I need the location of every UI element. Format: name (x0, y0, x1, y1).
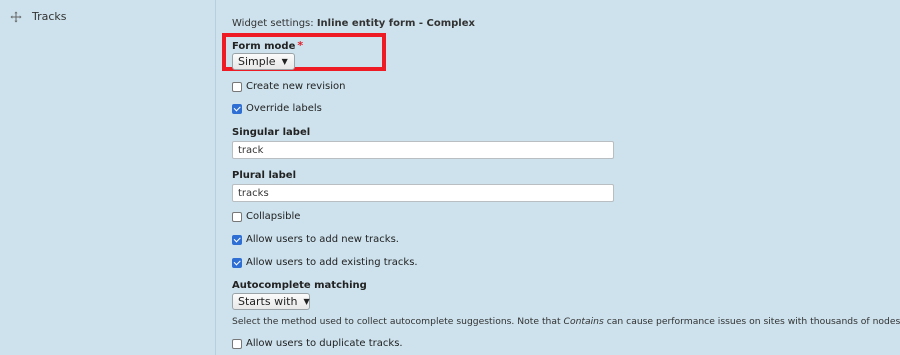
move-arrows-icon[interactable] (10, 11, 22, 23)
field-row-tracks: Tracks (10, 10, 67, 23)
allow-duplicate-option[interactable]: Allow users to duplicate tracks. (232, 338, 403, 349)
allow-add-existing-checkbox[interactable] (232, 257, 242, 268)
allow-add-existing-option[interactable]: Allow users to add existing tracks. (232, 257, 418, 268)
plural-label-title: Plural label (232, 170, 297, 181)
chevron-down-icon: ▼ (303, 297, 310, 306)
allow-duplicate-label: Allow users to duplicate tracks. (246, 338, 403, 349)
override-labels-label: Override labels (246, 103, 322, 114)
autocomplete-matching-label: Autocomplete matching (232, 280, 367, 291)
field-settings-panel: Tracks Widget settings: Inline entity fo… (0, 0, 900, 355)
override-labels-checkbox[interactable] (232, 103, 242, 114)
form-mode-label: Form mode * (232, 39, 303, 52)
singular-label-title: Singular label (232, 127, 311, 138)
allow-duplicate-checkbox[interactable] (232, 338, 242, 349)
required-marker: * (297, 39, 304, 52)
form-mode-value: Simple (238, 55, 276, 68)
allow-add-new-option[interactable]: Allow users to add new tracks. (232, 234, 399, 245)
autocomplete-description-emphasis: Contains (563, 316, 604, 327)
plural-label-input[interactable] (232, 184, 614, 202)
autocomplete-matching-value: Starts with (238, 295, 298, 308)
autocomplete-description: Select the method used to collect autoco… (232, 316, 900, 327)
create-new-revision-checkbox[interactable] (232, 81, 242, 92)
form-mode-label-text: Form mode (232, 41, 296, 52)
allow-add-existing-label: Allow users to add existing tracks. (246, 257, 418, 268)
allow-add-new-label: Allow users to add new tracks. (246, 234, 399, 245)
widget-settings-prefix: Widget settings: (232, 18, 317, 29)
form-mode-select[interactable]: Simple ▼ (232, 53, 295, 70)
create-new-revision-option[interactable]: Create new revision (232, 81, 345, 92)
field-name-label: Tracks (32, 10, 67, 23)
create-new-revision-label: Create new revision (246, 81, 346, 92)
collapsible-checkbox[interactable] (232, 211, 242, 222)
autocomplete-matching-select[interactable]: Starts with ▼ (232, 293, 310, 310)
widget-settings-title: Widget settings: Inline entity form - Co… (232, 18, 475, 29)
widget-name: Inline entity form - Complex (316, 18, 475, 29)
autocomplete-description-part: can cause performance issues on sites wi… (603, 316, 900, 327)
singular-label-input[interactable] (232, 141, 614, 159)
chevron-down-icon: ▼ (281, 57, 288, 66)
allow-add-new-checkbox[interactable] (232, 234, 242, 245)
autocomplete-description-part: Select the method used to collect autoco… (232, 316, 564, 327)
column-divider (215, 0, 216, 355)
collapsible-option[interactable]: Collapsible (232, 211, 300, 222)
collapsible-label: Collapsible (246, 211, 301, 222)
override-labels-option[interactable]: Override labels (232, 103, 322, 114)
